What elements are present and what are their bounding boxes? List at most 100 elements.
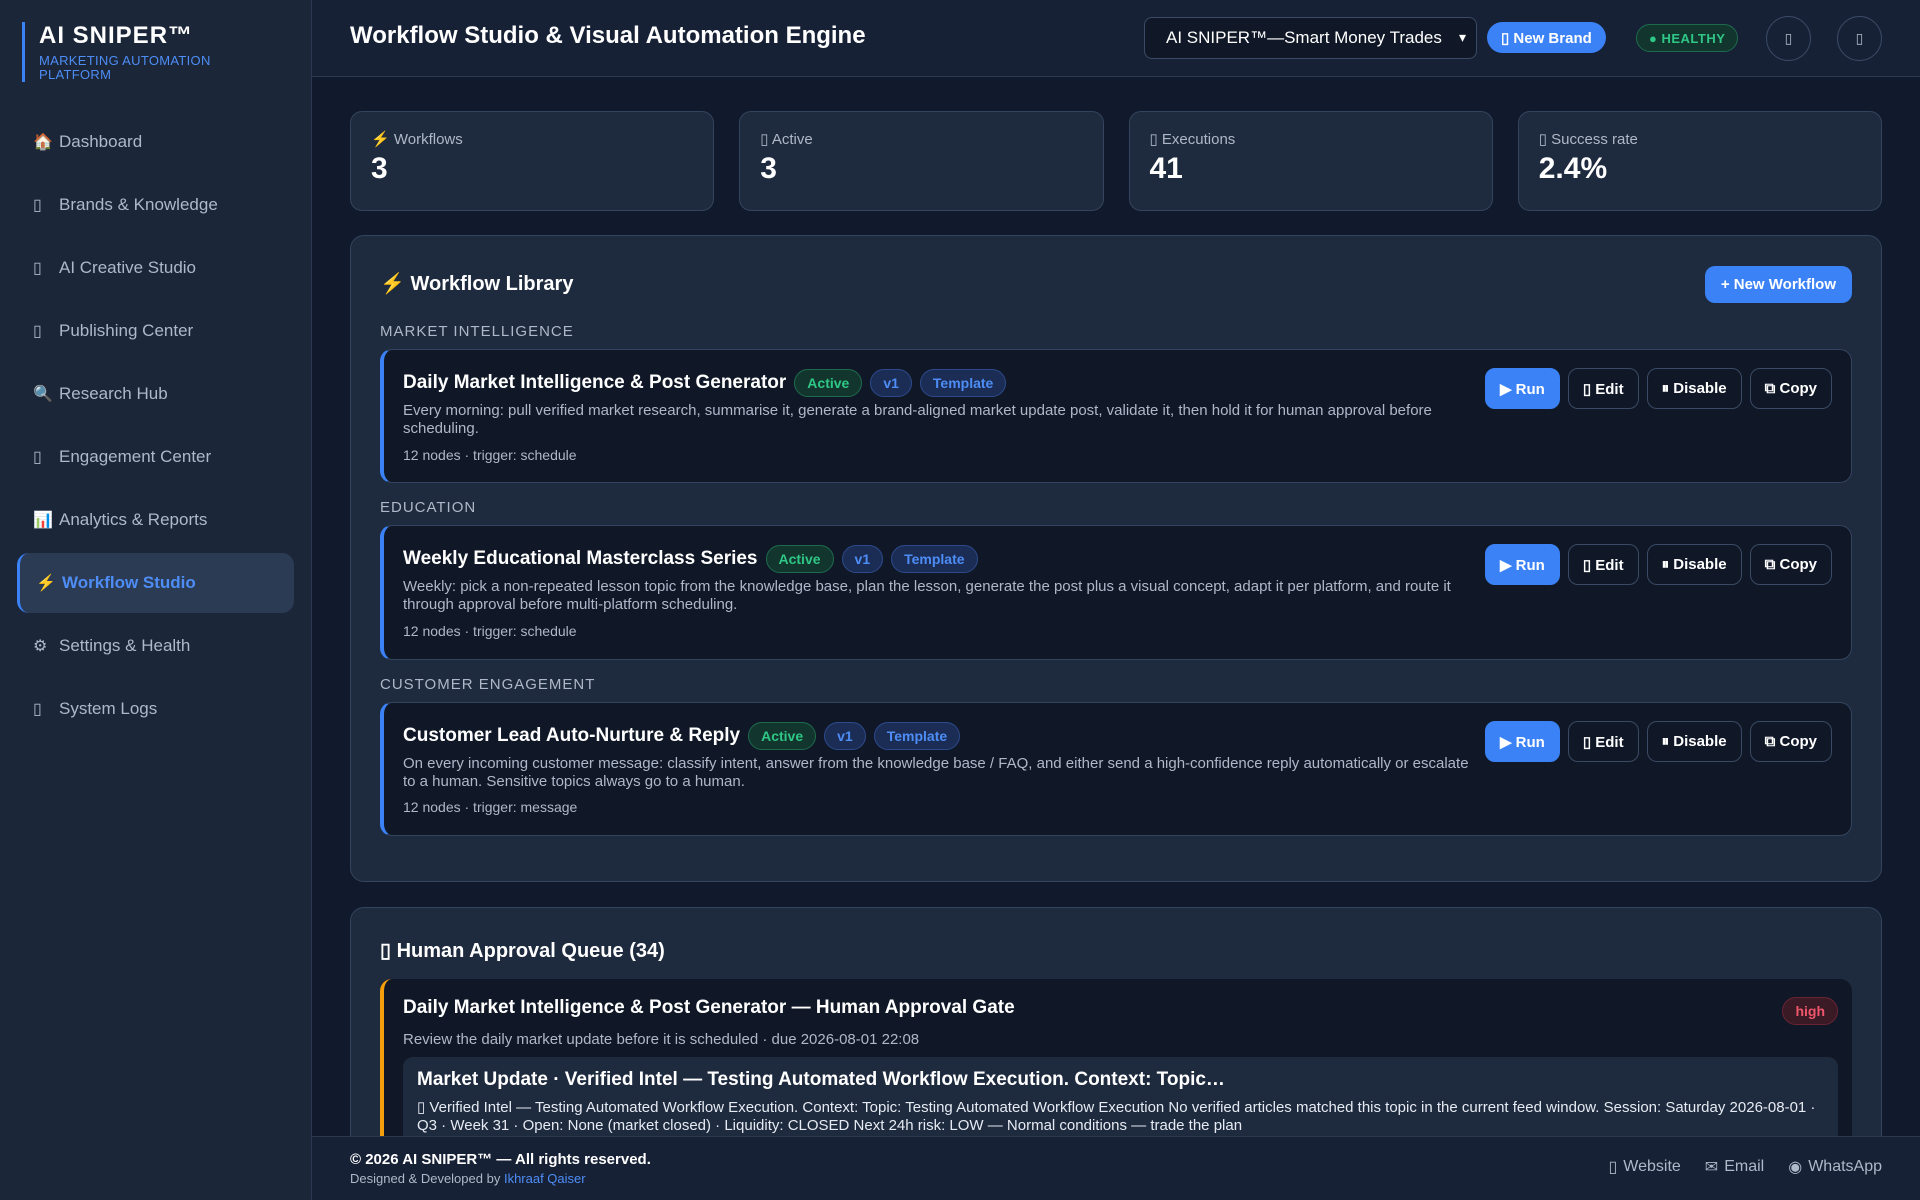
brand-title: AI SNIPER™ [39,22,194,49]
copy-button[interactable]: ⧉ Copy [1749,544,1832,585]
workflow-card[interactable]: Daily Market Intelligence & Post Generat… [380,349,1852,483]
chart-icon: 📊 [33,512,53,529]
sidebar-item-label: Engagement Center [59,447,212,466]
sidebar-item-system-logs[interactable]: ▯ System Logs [17,679,294,739]
disable-button[interactable]: ⏸ Disable [1646,544,1742,585]
brand-subtitle: MARKETING AUTOMATION PLATFORM [39,53,211,82]
disable-button[interactable]: ⏸ Disable [1646,721,1742,762]
sidebar: AI SNIPER™ MARKETING AUTOMATION PLATFORM… [0,0,312,1200]
calendar-icon: ▯ [33,323,42,340]
workflow-title-row: Customer Lead Auto-Nurture & Reply Activ… [403,722,961,750]
copy-button[interactable]: ⧉ Copy [1749,721,1832,762]
stat-label: ▯ Success rate [1538,131,1638,148]
sidebar-item-research[interactable]: 🔍 Research Hub [17,364,294,424]
user-menu-icon[interactable]: ▯ [1837,16,1882,61]
stat-label: ▯ Executions [1149,131,1236,148]
sidebar-item-label: Settings & Health [59,636,191,655]
edit-button[interactable]: ▯ Edit [1567,368,1639,409]
brand-select-value: AI SNIPER™—Smart Money Trades [1166,28,1442,47]
sidebar-item-label: Research Hub [59,384,168,403]
workflow-description: Every morning: pull verified market rese… [403,402,1432,437]
sidebar-item-label: Publishing Center [59,321,194,340]
credit-link[interactable]: Ikhraaf Qaiser [504,1171,586,1186]
stats-row: ⚡ Workflows 3 ▯ Active 3 ▯ Executions 41… [350,111,1882,211]
brand-logo[interactable]: AI SNIPER™ MARKETING AUTOMATION PLATFORM [22,22,239,82]
run-button[interactable]: ▶ Run [1484,544,1560,585]
template-badge: Template [873,722,961,750]
search-icon: 🔍 [33,386,53,403]
sidebar-item-workflow-studio[interactable]: ⚡ Workflow Studio [17,553,294,613]
workflow-title-row: Daily Market Intelligence & Post Generat… [403,369,1007,397]
copyright-text: © 2026 AI SNIPER™ — All rights reserved. [350,1151,651,1168]
copy-button[interactable]: ⧉ Copy [1749,368,1832,409]
priority-badge: high [1782,997,1838,1025]
sidebar-item-label: Dashboard [59,132,143,151]
whatsapp-link[interactable]: ◉ WhatsApp [1788,1157,1882,1177]
sidebar-item-engagement[interactable]: ▯ Engagement Center [17,427,294,487]
whatsapp-label: WhatsApp [1808,1158,1882,1175]
sidebar-item-dashboard[interactable]: 🏠 Dashboard [17,112,294,172]
workflow-name: Daily Market Intelligence & Post Generat… [403,372,787,393]
edit-button[interactable]: ▯ Edit [1567,721,1639,762]
sidebar-item-label: Analytics & Reports [59,510,208,529]
document-icon: ▯ [33,701,42,718]
category-label: MARKET INTELLIGENCE [380,323,574,340]
stat-value: 2.4% [1538,152,1608,185]
version-badge: v1 [841,545,884,573]
sidebar-item-brands[interactable]: ▯ Brands & Knowledge [17,175,294,235]
status-badge: Active [794,369,863,397]
health-badge: ● HEALTHY [1636,24,1739,52]
email-label: Email [1724,1158,1765,1175]
new-workflow-button[interactable]: + New Workflow [1704,266,1852,303]
stat-card-success-rate: ▯ Success rate 2.4% [1517,111,1882,211]
palette-icon: ▯ [33,260,42,277]
workflow-description: On every incoming customer message: clas… [403,755,1469,790]
workflow-actions: ▶ Run ▯ Edit ⏸ Disable ⧉ Copy [1484,368,1832,409]
sidebar-item-label: Brands & Knowledge [59,195,218,214]
chevron-down-icon: ▾ [1458,29,1466,45]
disable-button[interactable]: ⏸ Disable [1646,368,1742,409]
new-brand-button[interactable]: ▯ New Brand [1487,22,1606,53]
workflow-description: Weekly: pick a non-repeated lesson topic… [403,578,1451,613]
version-badge: v1 [870,369,912,397]
notification-icon[interactable]: ▯ [1766,16,1811,61]
sidebar-item-settings[interactable]: ⚙ Settings & Health [17,616,294,676]
gear-icon: ⚙ [33,638,48,655]
email-link[interactable]: ✉ Email [1705,1157,1764,1177]
stat-card-active: ▯ Active 3 [739,111,1104,211]
run-button[interactable]: ▶ Run [1484,368,1560,409]
website-link[interactable]: ▯ Website [1608,1157,1680,1177]
post-preview: Market Update · Verified Intel — Testing… [403,1057,1838,1136]
book-icon: ▯ [33,197,42,214]
main-content: ⚡ Workflows 3 ▯ Active 3 ▯ Executions 41… [312,77,1920,1136]
sidebar-item-analytics[interactable]: 📊 Analytics & Reports [17,490,294,550]
sidebar-item-creative-studio[interactable]: ▯ AI Creative Studio [17,238,294,298]
workflow-library-title: ⚡ Workflow Library [380,273,574,295]
edit-button[interactable]: ▯ Edit [1567,544,1639,585]
stat-label: ▯ Active [760,131,813,148]
workflow-meta: 12 nodes · trigger: message [403,799,578,815]
approval-queue-title: ▯ Human Approval Queue (34) [380,940,665,962]
approval-item[interactable]: Daily Market Intelligence & Post Generat… [380,979,1852,1136]
workflow-card[interactable]: Customer Lead Auto-Nurture & Reply Activ… [380,702,1852,836]
template-badge: Template [919,369,1007,397]
sidebar-item-publishing[interactable]: ▯ Publishing Center [17,301,294,361]
stat-label: ⚡ Workflows [371,131,463,148]
approval-item-title: Daily Market Intelligence & Post Generat… [403,997,1015,1018]
run-button[interactable]: ▶ Run [1484,721,1560,762]
top-bar: Workflow Studio & Visual Automation Engi… [312,0,1920,77]
footer-links: ▯ Website ✉ Email ◉ WhatsApp [1608,1157,1882,1177]
home-icon: 🏠 [33,134,53,151]
stat-value: 41 [1149,152,1183,185]
workflow-name: Customer Lead Auto-Nurture & Reply [403,725,741,746]
workflow-meta: 12 nodes · trigger: schedule [403,623,577,639]
stat-card-executions: ▯ Executions 41 [1128,111,1493,211]
workflow-card[interactable]: Weekly Educational Masterclass Series Ac… [380,525,1852,660]
brand-select[interactable]: AI SNIPER™—Smart Money Trades ▾ [1144,17,1477,59]
post-preview-body: ▯ Verified Intel — Testing Automated Wor… [417,1099,1816,1134]
lightning-icon: ⚡ [36,575,56,592]
sidebar-item-label: System Logs [59,699,158,718]
post-preview-title: Market Update · Verified Intel — Testing… [417,1069,1225,1090]
credit-prefix: Designed & Developed by [350,1171,501,1186]
footer: © 2026 AI SNIPER™ — All rights reserved.… [312,1136,1920,1200]
